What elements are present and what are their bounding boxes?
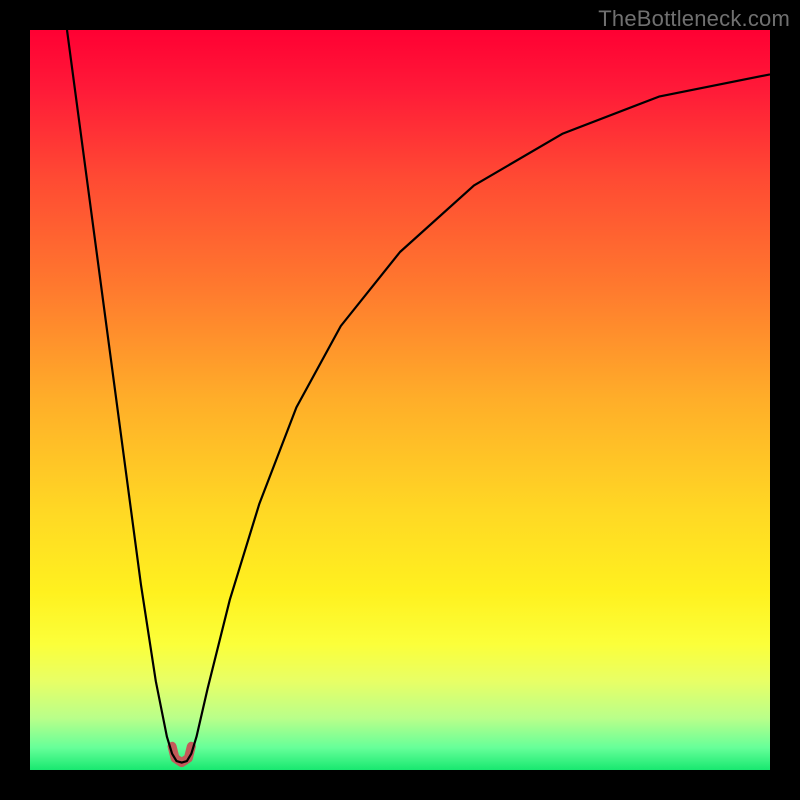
gradient-background: [30, 30, 770, 770]
chart-frame: TheBottleneck.com: [0, 0, 800, 800]
watermark-text: TheBottleneck.com: [598, 6, 790, 32]
plot-area: [30, 30, 770, 770]
